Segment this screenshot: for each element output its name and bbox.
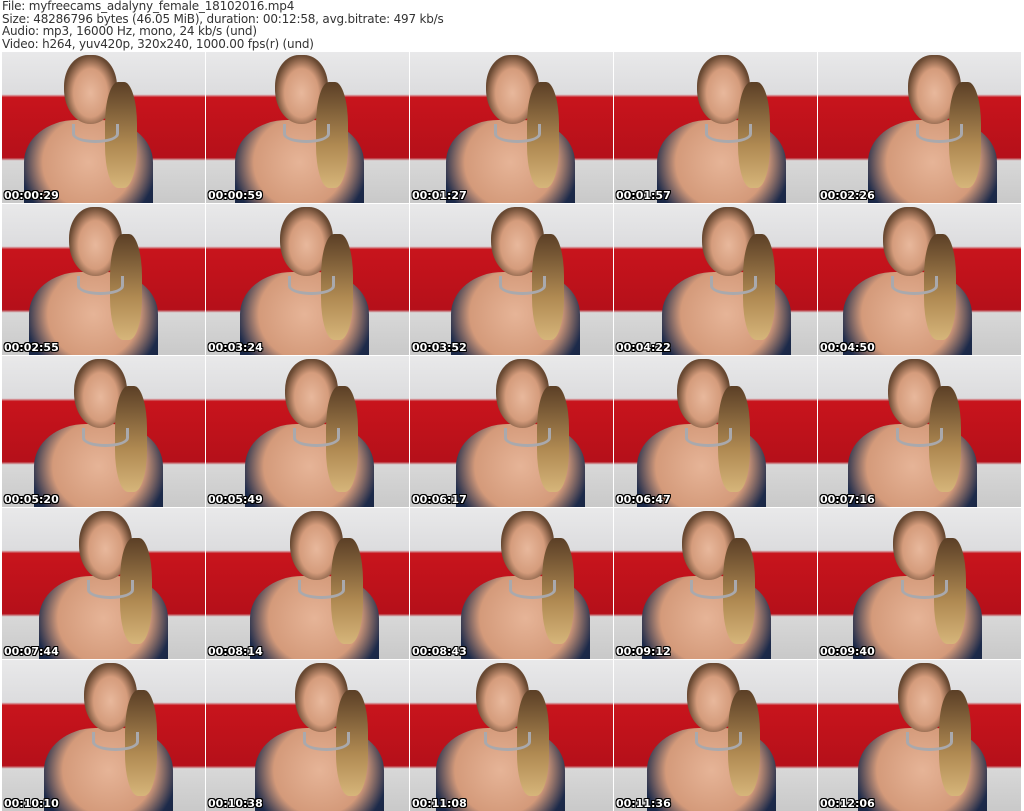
video-thumbnail: 00:07:44	[2, 508, 205, 659]
thumbnail-necklace	[499, 276, 546, 295]
timestamp-label: 00:02:26	[820, 189, 875, 202]
timestamp-label: 00:00:29	[4, 189, 59, 202]
thumbnail-necklace	[916, 124, 963, 143]
timestamp-label: 00:04:22	[616, 341, 671, 354]
thumbnail-necklace	[710, 276, 757, 295]
thumbnail-necklace	[303, 732, 350, 751]
video-thumbnail: 00:11:08	[410, 660, 613, 811]
video-thumbnail: 00:03:24	[206, 204, 409, 355]
video-thumbnail: 00:09:40	[818, 508, 1021, 659]
video-thumbnail: 00:11:36	[614, 660, 817, 811]
timestamp-label: 00:06:17	[412, 493, 467, 506]
video-thumbnail: 00:05:20	[2, 356, 205, 507]
timestamp-label: 00:09:12	[616, 645, 671, 658]
timestamp-label: 00:03:24	[208, 341, 263, 354]
video-thumbnail: 00:06:47	[614, 356, 817, 507]
thumbnail-necklace	[87, 580, 134, 599]
timestamp-label: 00:08:14	[208, 645, 263, 658]
video-thumbnail: 00:08:43	[410, 508, 613, 659]
thumbnail-necklace	[293, 428, 340, 447]
thumbnail-necklace	[484, 732, 531, 751]
video-thumbnail: 00:07:16	[818, 356, 1021, 507]
timestamp-label: 00:03:52	[412, 341, 467, 354]
thumbnail-necklace	[901, 580, 948, 599]
timestamp-label: 00:12:06	[820, 797, 875, 810]
thumbnail-necklace	[896, 428, 943, 447]
timestamp-label: 00:08:43	[412, 645, 467, 658]
thumbnail-necklace	[891, 276, 938, 295]
timestamp-label: 00:05:49	[208, 493, 263, 506]
file-name: File: myfreecams_adalyny_female_18102016…	[2, 0, 295, 13]
timestamp-label: 00:01:27	[412, 189, 467, 202]
file-info-header: File: myfreecams_adalyny_female_18102016…	[2, 0, 444, 50]
timestamp-label: 00:04:50	[820, 341, 875, 354]
thumbnail-necklace	[906, 732, 953, 751]
thumbnail-necklace	[509, 580, 556, 599]
thumbnail-necklace	[705, 124, 752, 143]
video-info: Video: h264, yuv420p, 320x240, 1000.00 f…	[2, 36, 314, 51]
video-thumbnail: 00:00:29	[2, 52, 205, 203]
thumbnail-grid: 00:00:29 00:00:59 00:01:27 00:01:57 00:02:26…	[2, 52, 1021, 811]
video-thumbnail: 00:08:14	[206, 508, 409, 659]
video-thumbnail: 00:02:26	[818, 52, 1021, 203]
video-thumbnail: 00:04:22	[614, 204, 817, 355]
thumbnail-necklace	[283, 124, 330, 143]
timestamp-label: 00:01:57	[616, 189, 671, 202]
thumbnail-necklace	[685, 428, 732, 447]
thumbnail-necklace	[288, 276, 335, 295]
timestamp-label: 00:10:38	[208, 797, 263, 810]
video-thumbnail: 00:10:38	[206, 660, 409, 811]
thumbnail-necklace	[92, 732, 139, 751]
video-thumbnail: 00:09:12	[614, 508, 817, 659]
video-thumbnail: 00:01:27	[410, 52, 613, 203]
video-thumbnail: 00:00:59	[206, 52, 409, 203]
video-thumbnail: 00:05:49	[206, 356, 409, 507]
timestamp-label: 00:11:08	[412, 797, 467, 810]
thumbnail-necklace	[504, 428, 551, 447]
timestamp-label: 00:06:47	[616, 493, 671, 506]
video-thumbnail: 00:04:50	[818, 204, 1021, 355]
video-thumbnail: 00:06:17	[410, 356, 613, 507]
timestamp-label: 00:00:59	[208, 189, 263, 202]
timestamp-label: 00:02:55	[4, 341, 59, 354]
thumbnail-necklace	[298, 580, 345, 599]
audio-info: Audio: mp3, 16000 Hz, mono, 24 kb/s (und…	[2, 24, 257, 38]
video-thumbnail: 00:12:06	[818, 660, 1021, 811]
timestamp-label: 00:07:44	[4, 645, 59, 658]
timestamp-label: 00:05:20	[4, 493, 59, 506]
thumbnail-necklace	[690, 580, 737, 599]
video-thumbnail: 00:03:52	[410, 204, 613, 355]
thumbnail-necklace	[695, 732, 742, 751]
timestamp-label: 00:10:10	[4, 797, 59, 810]
thumbnail-necklace	[72, 124, 119, 143]
thumbnail-necklace	[77, 276, 124, 295]
timestamp-label: 00:09:40	[820, 645, 875, 658]
timestamp-label: 00:11:36	[616, 797, 671, 810]
thumbnail-necklace	[494, 124, 541, 143]
video-thumbnail: 00:10:10	[2, 660, 205, 811]
video-thumbnail: 00:02:55	[2, 204, 205, 355]
thumbnail-necklace	[82, 428, 129, 447]
timestamp-label: 00:07:16	[820, 493, 875, 506]
video-thumbnail: 00:01:57	[614, 52, 817, 203]
